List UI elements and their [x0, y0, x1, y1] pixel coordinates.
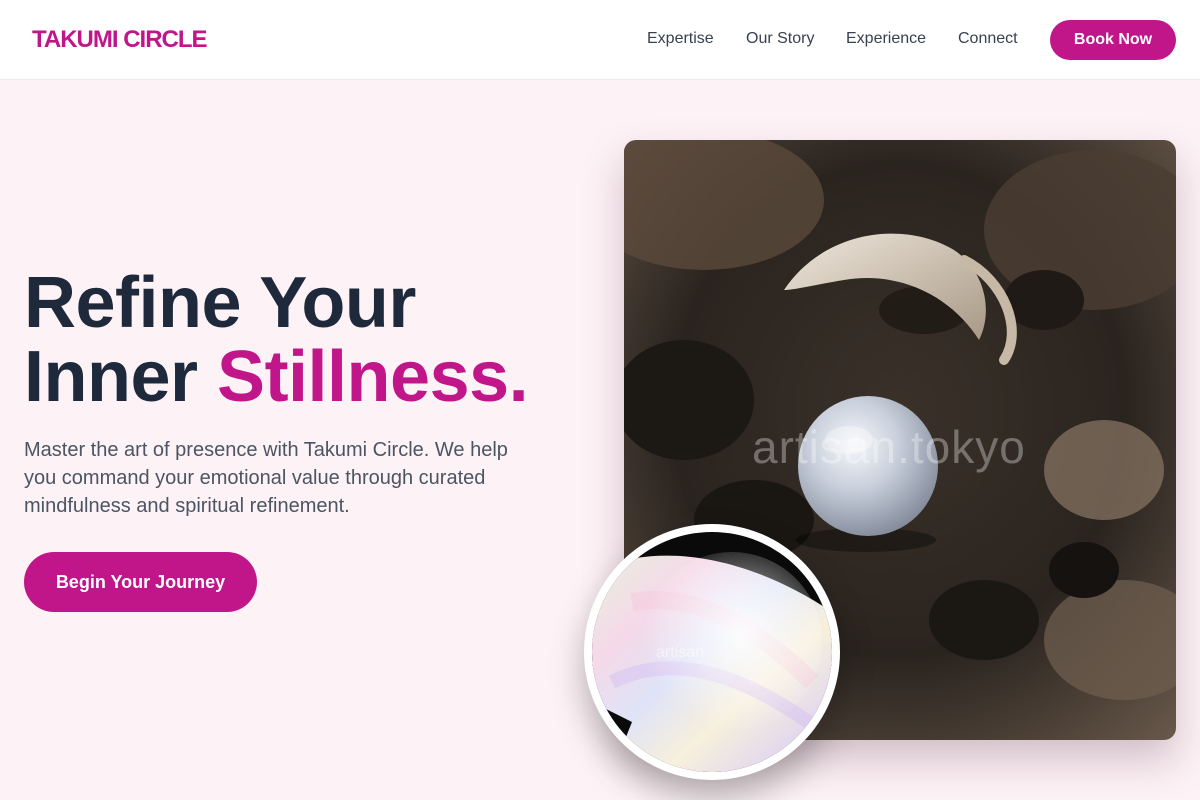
iridescent-photo: artisan — [592, 532, 832, 772]
headline-accent: Stillness. — [217, 337, 529, 417]
image-watermark: artisan.tokyo — [752, 421, 1026, 473]
small-image-watermark: artisan — [656, 644, 705, 661]
book-now-button[interactable]: Book Now — [1050, 20, 1176, 60]
hero-headline: Refine Your Inner Stillness. — [24, 266, 584, 414]
nav-link-connect[interactable]: Connect — [958, 30, 1018, 48]
iridescent-detail-image: artisan — [584, 524, 840, 780]
begin-journey-button[interactable]: Begin Your Journey — [24, 552, 257, 612]
nav-link-experience[interactable]: Experience — [846, 30, 926, 48]
headline-line-1: Refine Your — [24, 263, 416, 343]
brand-logo[interactable]: TAKUMI CIRCLE — [32, 26, 208, 54]
headline-word: Inner — [24, 337, 198, 417]
hero-description: Master the art of presence with Takumi C… — [24, 439, 508, 517]
top-nav: TAKUMI CIRCLE Expertise Our Story Experi… — [0, 0, 1200, 80]
nav-link-our-story[interactable]: Our Story — [746, 30, 814, 48]
nav-link-expertise[interactable]: Expertise — [647, 30, 714, 48]
